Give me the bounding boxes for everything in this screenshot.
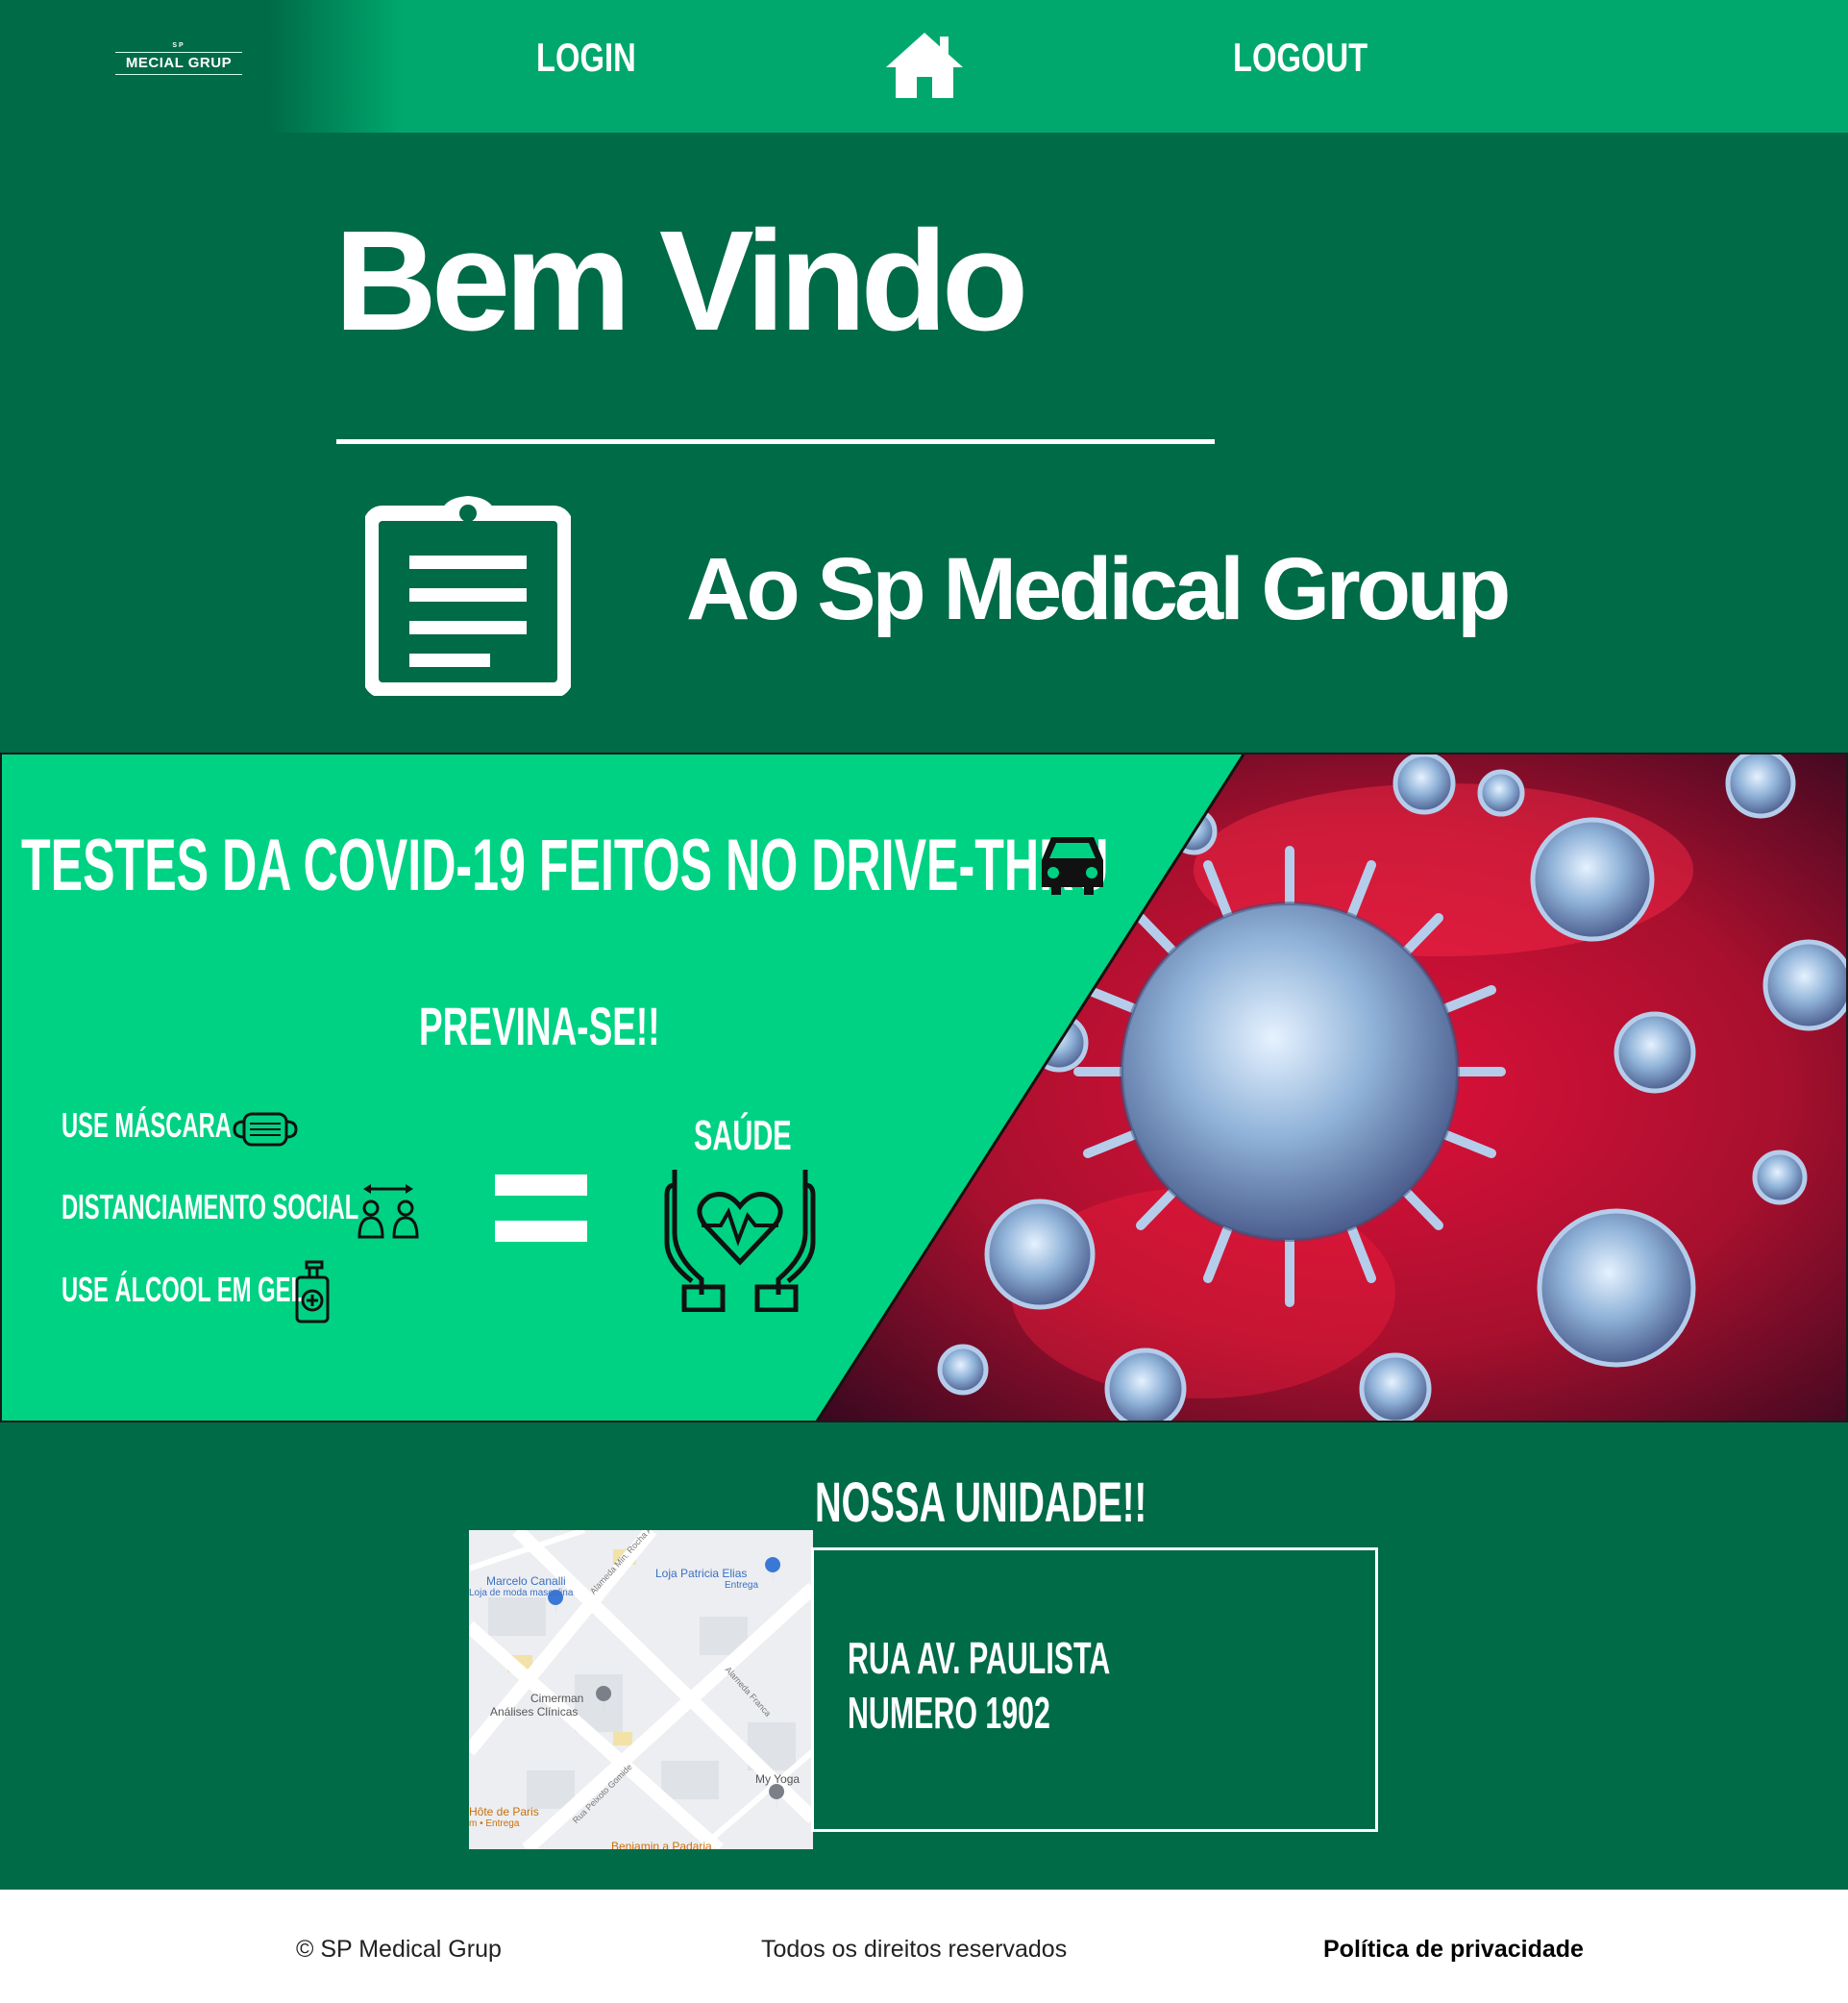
map-place-label: Marcelo Canalli: [486, 1574, 566, 1588]
login-link[interactable]: LOGIN: [536, 35, 636, 81]
covid-banner: TESTES DA COVID-19 FEITOS NO DRIVE-THRU …: [0, 753, 1848, 1422]
footer-rights: Todos os direitos reservados: [761, 1936, 1068, 1963]
footer-copyright: © SP Medical Grup: [296, 1936, 502, 1963]
clipboard-icon: [365, 496, 571, 696]
logo-top-text: SP: [172, 42, 185, 49]
logout-link[interactable]: LOGOUT: [1233, 35, 1368, 81]
logo-name: MECIAL GRUP: [125, 55, 233, 71]
mask-icon: [233, 1112, 298, 1147]
map-place-sub: Análises Clínicas: [490, 1705, 579, 1719]
home-icon[interactable]: [886, 33, 963, 98]
privacy-policy-link[interactable]: Política de privacidade: [1323, 1936, 1584, 1964]
map-place-label: Benjamin a Padaria: [611, 1840, 712, 1849]
hand-sanitizer-icon: [295, 1260, 330, 1323]
map-place-sub: Loja de moda masculina: [469, 1588, 574, 1598]
tip-social-distance: DISTANCIAMENTO SOCIAL: [62, 1187, 359, 1226]
map-place-sub: Entrega: [725, 1580, 759, 1591]
logo-divider: [115, 52, 242, 53]
tip-alcohol-gel: USE ÁLCOOL EM GEL: [62, 1270, 306, 1309]
address-number: NUMERO 1902: [848, 1688, 1050, 1738]
welcome-section: Bem Vindo Ao Sp Medical Group: [0, 133, 1848, 753]
address-street: RUA AV. PAULISTA: [848, 1633, 1111, 1683]
map-place-label: My Yoga: [755, 1772, 801, 1786]
logo-divider: [115, 74, 242, 75]
location-map[interactable]: Marcelo Canalli Loja de moda masculina L…: [469, 1530, 813, 1849]
map-place-label: Cimerman: [530, 1692, 584, 1705]
unit-section: NOSSA UNIDADE!! Marcelo Canalli Loja de …: [0, 1422, 1848, 1890]
welcome-subtitle: Ao Sp Medical Group: [686, 540, 1511, 638]
car-icon: [1042, 837, 1103, 895]
site-logo[interactable]: SP MECIAL GRUP: [115, 42, 242, 77]
health-label: SAÚDE: [694, 1112, 792, 1159]
map-place-label: Hôte de Paris: [469, 1805, 539, 1818]
tip-use-mask: USE MÁSCARA: [62, 1105, 232, 1145]
welcome-divider: [336, 439, 1215, 444]
heart-hands-icon: [664, 1170, 816, 1312]
top-navbar: SP MECIAL GRUP LOGIN LOGOUT: [0, 0, 1848, 133]
map-place-label: Loja Patricia Elias: [655, 1567, 748, 1580]
equals-sign-bottom: [495, 1221, 587, 1242]
welcome-title: Bem Vindo: [334, 202, 1028, 360]
map-place-sub: m • Entrega: [469, 1818, 520, 1829]
footer: © SP Medical Grup Todos os direitos rese…: [0, 1890, 1848, 2003]
unit-title: NOSSA UNIDADE!!: [815, 1471, 1147, 1534]
equals-sign-top: [495, 1175, 587, 1196]
distance-icon: [357, 1184, 419, 1239]
covid-banner-title: TESTES DA COVID-19 FEITOS NO DRIVE-THRU: [21, 825, 1109, 906]
prevent-heading: PREVINA-SE!!: [419, 996, 660, 1056]
